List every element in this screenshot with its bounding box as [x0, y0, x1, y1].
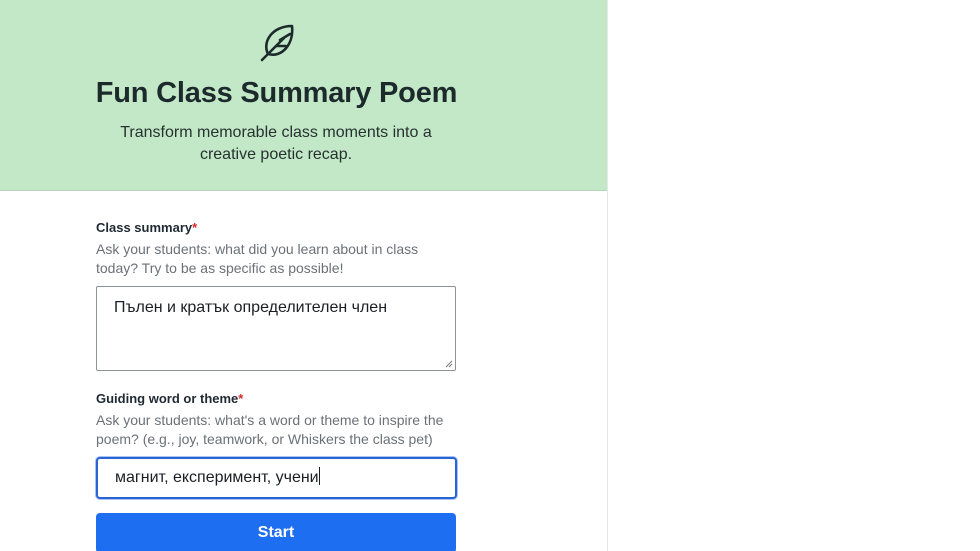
page-title: Fun Class Summary Poem — [95, 77, 458, 109]
feather-icon — [260, 24, 294, 62]
text-caret — [318, 467, 320, 485]
required-marker: * — [238, 391, 244, 406]
app-window: Fun Class Summary Poem Transform memorab… — [0, 0, 980, 551]
guiding-word-input[interactable]: магнит, експеримент, учени — [96, 457, 457, 499]
guiding-word-value: магнит, експеримент, учени — [115, 469, 319, 486]
tool-panel: Fun Class Summary Poem Transform memorab… — [0, 0, 608, 551]
guiding-word-help: Ask your students: what's a word or them… — [96, 412, 444, 447]
guiding-word-label: Guiding word or theme* — [96, 390, 456, 408]
resize-handle-icon[interactable] — [445, 360, 453, 368]
class-summary-label: Class summary* — [96, 219, 456, 237]
start-button[interactable]: Start — [96, 513, 456, 551]
tool-header: Fun Class Summary Poem Transform memorab… — [0, 0, 607, 191]
field-spacer — [96, 371, 456, 390]
poem-form: Class summary* Ask your students: what d… — [96, 219, 457, 499]
page-subtitle: Transform memorable class moments into a… — [120, 124, 432, 163]
guiding-word-label-text: Guiding word or theme — [96, 391, 239, 406]
class-summary-textarea[interactable]: Пълен и кратък определителен член — [96, 286, 456, 371]
class-summary-help: Ask your students: what did you learn ab… — [96, 241, 419, 276]
class-summary-value: Пълен и кратък определителен член — [114, 299, 388, 316]
class-summary-label-text: Class summary — [96, 220, 193, 235]
required-marker: * — [192, 220, 198, 235]
